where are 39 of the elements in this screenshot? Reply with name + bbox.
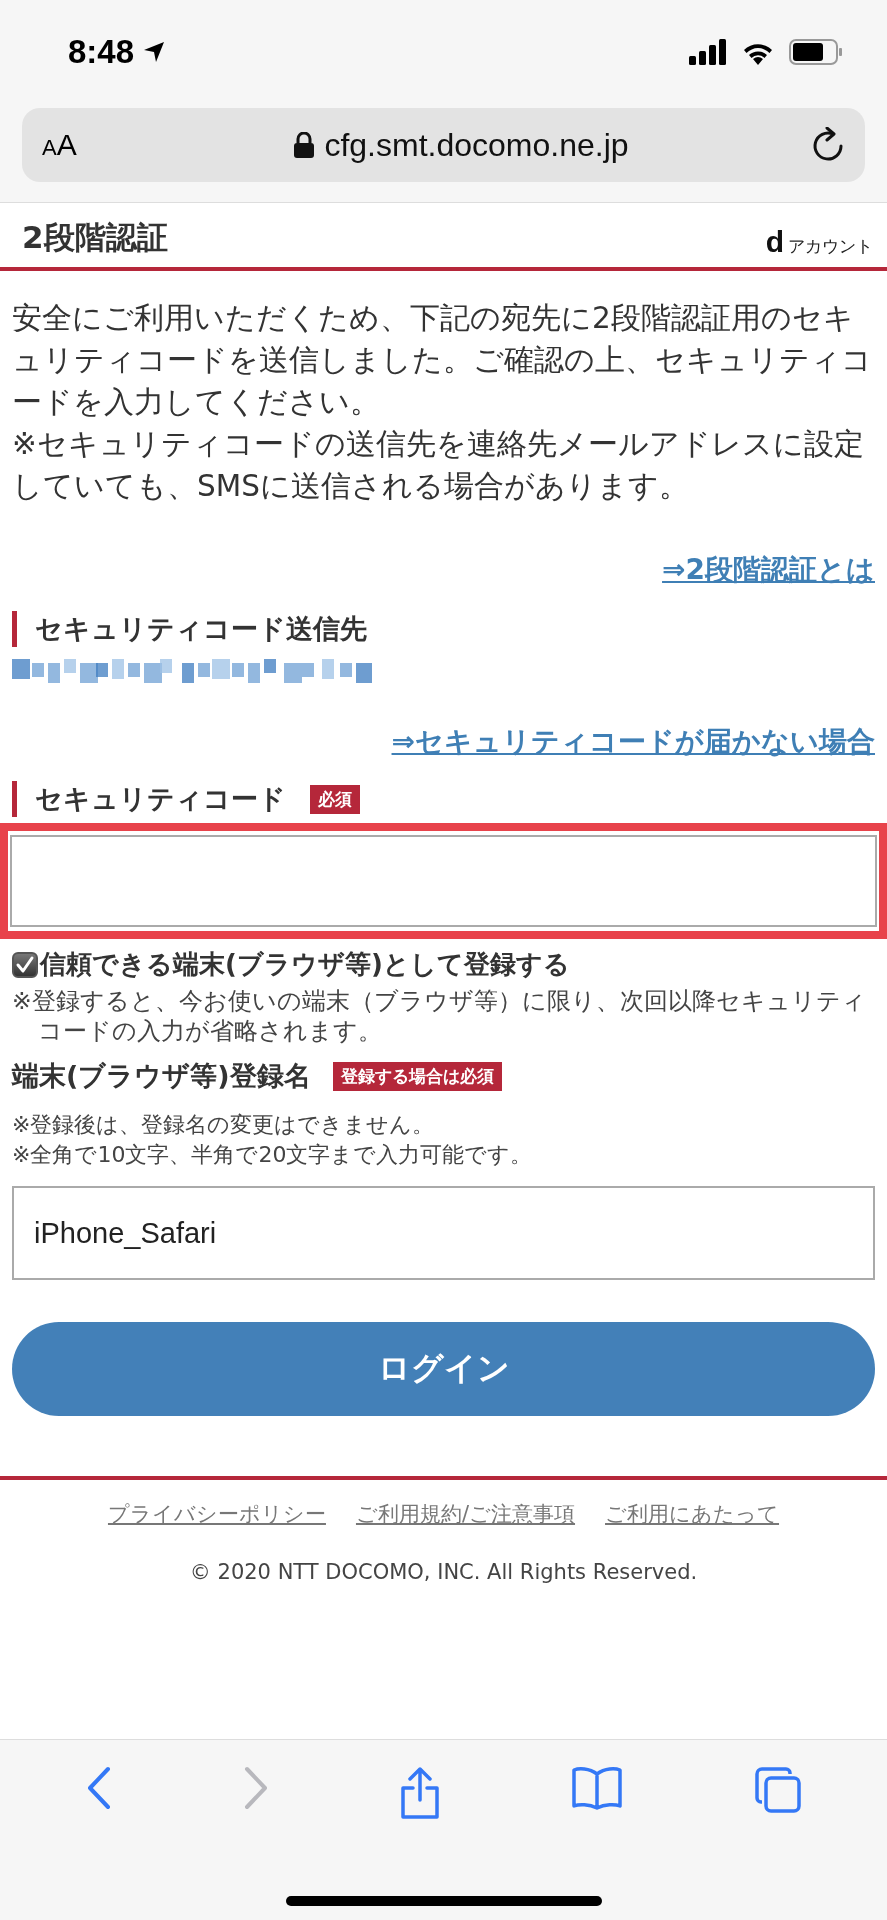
note-text: ※全角で10文字、半角で20文字まで入力可能です。 <box>12 1141 534 1169</box>
brand-logo: d <box>765 225 784 259</box>
forward-icon <box>242 1766 269 1810</box>
security-code-field[interactable] <box>10 835 877 927</box>
footer-link[interactable]: プライバシーポリシー <box>107 1500 326 1528</box>
url-text: cfg.smt.docomo.ne.jp <box>324 126 629 164</box>
reload-icon[interactable] <box>811 127 845 163</box>
text-size-button[interactable]: AA <box>42 128 112 162</box>
footer-link[interactable]: ご利用にあたって <box>605 1500 780 1528</box>
page-title: 2段階認証 <box>22 218 168 257</box>
footer-link[interactable]: ご利用規約/ご注意事項 <box>355 1500 576 1528</box>
section-heading: セキュリティコード送信先 <box>35 612 367 646</box>
book-icon <box>570 1766 623 1810</box>
lock-icon <box>294 132 315 158</box>
about-link[interactable]: ⇒2段階認証とは <box>662 551 875 589</box>
clock: 8:48 <box>68 33 135 71</box>
note-text: ※登録すると、今お使いの端末（ブラウザ等）に限り、次回以降セキュリティコードの入力が省略されます。 <box>12 986 867 1046</box>
toolbar-button[interactable] <box>399 1766 440 1820</box>
device-name-field[interactable]: iPhone_Safari <box>12 1186 875 1280</box>
address-bar[interactable]: AA cfg.smt.docomo.ne.jp <box>22 108 865 182</box>
section-heading: セキュリティコード <box>35 782 286 816</box>
share-icon <box>399 1766 440 1820</box>
checkbox[interactable] <box>12 951 38 978</box>
tabs-icon <box>753 1766 802 1814</box>
back-icon <box>85 1766 112 1810</box>
intro-paragraph: ※セキュリティコードの送信先を連絡先メールアドレスに設定していても、SMSに送信される場合があります。 <box>12 426 865 505</box>
field-label: 端末(ブラウザ等)登録名 <box>12 1059 311 1093</box>
required-badge: 登録する場合は必須 <box>332 1061 502 1091</box>
checkbox-label[interactable]: 信頼できる端末(ブラウザ等)として登録する <box>40 947 570 982</box>
copyright-text: © 2020 NTT DOCOMO, INC. All Rights Reserved. <box>189 1560 698 1584</box>
intro-paragraph: 安全にご利用いただくため、下記の宛先に2段階認証用のセキュリティコードを送信しました。ご確認の上、セキュリティコードを入力してください。 <box>12 300 873 421</box>
signal-icon <box>689 39 727 65</box>
required-badge: 必須 <box>310 784 360 814</box>
code-not-received-link[interactable]: ⇒セキュリティコードが届かない場合 <box>391 723 875 761</box>
note-text: ※登録後は、登録名の変更はできません。 <box>12 1111 436 1139</box>
brand-text: アカウント <box>788 235 873 258</box>
battery-icon <box>789 39 843 65</box>
login-button[interactable]: ログイン <box>12 1322 875 1416</box>
location-arrow-icon <box>142 40 167 64</box>
